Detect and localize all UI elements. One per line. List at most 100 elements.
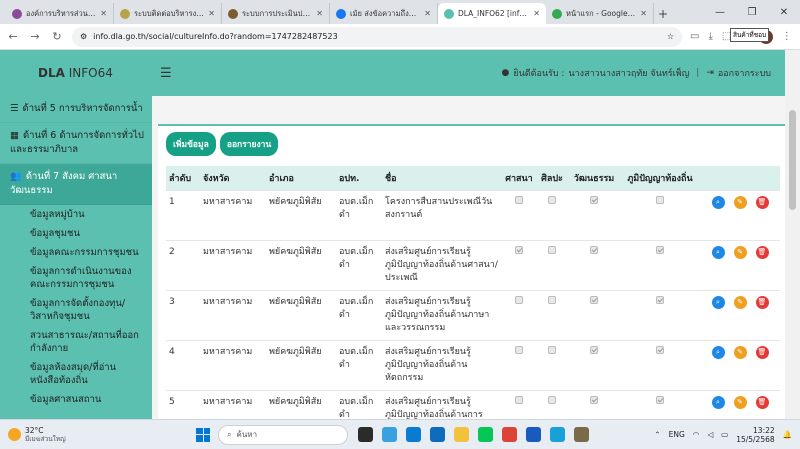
sidebar-section[interactable]: ▦ ด้านที่ 6 ด้านการจัดการทั่วไปและธรรมาภิ… [0, 123, 152, 164]
tab-title: เม้ย ส่งข้อความถึงคุณ [350, 8, 421, 18]
view-icon[interactable]: ⌕ [711, 396, 725, 409]
url-text[interactable]: info.dla.go.th/social/cultureInfo.do?ran… [93, 32, 661, 41]
file-explorer-icon[interactable] [454, 427, 469, 442]
favicon-icon [552, 8, 562, 19]
close-tab-icon[interactable]: ✕ [424, 9, 431, 18]
column-header: ลำดับ [166, 166, 200, 191]
notification-icon[interactable]: 🔔 [783, 430, 792, 439]
sidebar-item[interactable]: สวนสาธารณะ/สถานที่ออกกำลังกาย [0, 326, 152, 358]
close-tab-icon[interactable]: ✕ [208, 9, 215, 18]
sidebar-item[interactable]: ข้อมูลชุมชน [0, 224, 152, 243]
sidebar-item[interactable]: ข้อมูลคณะกรรมการชุมชน [0, 243, 152, 262]
divider: | [696, 68, 700, 78]
sidebar-item[interactable]: ข้อมูลการดำเนินงานของคณะกรรมการชุมชน [0, 262, 152, 294]
sidebar-item[interactable]: ข้อมูลศาสนสถาน [0, 390, 152, 409]
view-icon[interactable]: ⌕ [711, 196, 725, 209]
edit-icon[interactable]: ✎ [733, 196, 747, 209]
download-icon[interactable]: ⤓ [708, 31, 712, 42]
row-number: 5 [166, 390, 200, 419]
name-cell: ส่งเสริมศูนย์การเรียนรู้ภูมิปัญญาท้องถิ่… [382, 340, 502, 391]
copilot-icon[interactable] [382, 427, 397, 442]
weather-text: มีเมฆส่วนใหญ่ [25, 435, 66, 443]
main-content: เพิ่มข้อมูล ออกรายงาน ลำดับ จังหวัด อำเภออ… [152, 96, 785, 419]
add-data-button[interactable]: เพิ่มข้อมูล [166, 132, 216, 156]
sidebar-item[interactable]: ข้อมูลหมู่บ้าน [0, 205, 152, 224]
view-icon[interactable]: ⌕ [711, 296, 725, 309]
page-scrollbar[interactable] [785, 50, 800, 419]
volume-icon[interactable]: ◁ [707, 430, 713, 439]
delete-icon[interactable]: 🗑 [755, 196, 769, 209]
search-placeholder: ค้นหา [236, 430, 258, 439]
browser-tab[interactable]: องค์การบริหารส่วนตำบล✕ [6, 3, 114, 24]
store-icon[interactable] [550, 427, 565, 442]
sidebar-item[interactable]: ข้อมูลห้องสมุด/ที่อ่านหนังสือท้องถิ่น [0, 358, 152, 390]
edit-icon[interactable]: ✎ [733, 246, 747, 259]
reload-icon[interactable]: ↻ [50, 30, 64, 43]
brand-logo[interactable]: DLA INFO64 [0, 66, 150, 80]
delete-icon[interactable]: 🗑 [755, 296, 769, 309]
lao-cell: อบต.เม็กดำ [336, 340, 382, 391]
clock[interactable]: 13:22 15/5/2568 [736, 426, 774, 444]
browser-tab[interactable]: ระบบติดต่อบริหารงานบุคคลท้องถิ่น ✕ [114, 3, 222, 24]
taskbar-search[interactable]: ⌕ ค้นหา [218, 424, 348, 445]
language-indicator[interactable]: ENG [669, 430, 685, 439]
clock-time: 13:22 [753, 425, 775, 435]
report-button[interactable]: ออกรายงาน [219, 132, 279, 156]
menu-icon[interactable]: ⋮ [782, 31, 792, 42]
forward-icon[interactable]: → [28, 30, 42, 43]
battery-icon[interactable]: ▭ [721, 430, 728, 439]
task-view-icon[interactable] [358, 427, 373, 442]
actions-cell: ⌕ ✎ 🗑 [700, 390, 780, 419]
new-tab-button[interactable]: + [654, 3, 672, 24]
close-tab-icon[interactable]: ✕ [640, 9, 647, 18]
close-tab-icon[interactable]: ✕ [316, 9, 323, 18]
close-tab-icon[interactable]: ✕ [533, 9, 540, 18]
edit-icon[interactable]: ✎ [733, 296, 747, 309]
scrollbar-thumb[interactable] [789, 110, 796, 210]
browser-tab[interactable]: ระบบการประเมินประสิทธิภาพ ✕ [222, 3, 330, 24]
culture-checkbox [590, 196, 598, 204]
edit-icon[interactable]: ✎ [733, 346, 747, 359]
site-info-icon[interactable]: ⚙ [80, 32, 87, 41]
religion-cell [502, 240, 536, 291]
browser-tab[interactable]: หน้าแรก - Google ไดรฟ์ ✕ [546, 3, 654, 24]
hamburger-icon[interactable]: ☰ [160, 66, 172, 81]
close-icon[interactable]: ✕ [768, 0, 800, 24]
chrome-icon[interactable] [502, 427, 517, 442]
logout-link[interactable]: ออกจากระบบ [718, 66, 771, 80]
edit-icon[interactable]: ✎ [733, 396, 747, 409]
sidebar-section[interactable]: ☰ ด้านที่ 5 การบริหารจัดการน้ำ [0, 96, 152, 123]
sidebar-item[interactable]: ข้อมูลการจัดตั้งกองทุน/วิสาหกิจชุมชน [0, 294, 152, 326]
view-icon[interactable]: ⌕ [711, 346, 725, 359]
delete-icon[interactable]: 🗑 [755, 346, 769, 359]
back-icon[interactable]: ← [6, 30, 20, 43]
outlook-icon[interactable] [430, 427, 445, 442]
logout-icon[interactable]: ⇥ [706, 68, 714, 78]
browser-tab[interactable]: เม้ย ส่งข้อความถึงคุณ ✕ [330, 3, 438, 24]
maximize-icon[interactable]: ❐ [736, 0, 768, 24]
religion-checkbox [515, 246, 523, 254]
delete-icon[interactable]: 🗑 [755, 396, 769, 409]
art-cell [536, 290, 568, 341]
close-tab-icon[interactable]: ✕ [100, 9, 107, 18]
tray-chevron-icon[interactable]: ⌃ [654, 430, 660, 439]
view-icon[interactable]: ⌕ [711, 246, 725, 259]
wifi-icon[interactable]: ◠ [693, 430, 700, 439]
omnibox[interactable]: ⚙ info.dla.go.th/social/cultureInfo.do?r… [72, 26, 682, 47]
actions-cell: ⌕ ✎ 🗑 [700, 290, 780, 341]
start-button[interactable] [196, 427, 210, 442]
favicon-icon [336, 8, 346, 19]
browser-tab[interactable]: DLA_INFO62 [info62] ✕ [438, 3, 546, 24]
bookmark-star-icon[interactable]: ☆ [667, 32, 674, 41]
line-icon[interactable] [478, 427, 493, 442]
delete-icon[interactable]: 🗑 [755, 246, 769, 259]
app-icon[interactable] [574, 427, 589, 442]
religion-cell [502, 290, 536, 341]
minimize-icon[interactable]: — [704, 0, 736, 24]
edge-icon[interactable] [406, 427, 421, 442]
sidebar-section[interactable]: 👥 ด้านที่ 7 สังคม ศาสนา วัฒนธรรม [0, 164, 152, 205]
word-icon[interactable] [526, 427, 541, 442]
weather-widget[interactable]: 32°C มีเมฆส่วนใหญ่ [0, 426, 150, 443]
cast-icon[interactable]: ▭ [690, 31, 699, 42]
sidebar-section-label: ด้านที่ 6 ด้านการจัดการทั่วไปและธรรมาภิบ… [10, 130, 144, 155]
